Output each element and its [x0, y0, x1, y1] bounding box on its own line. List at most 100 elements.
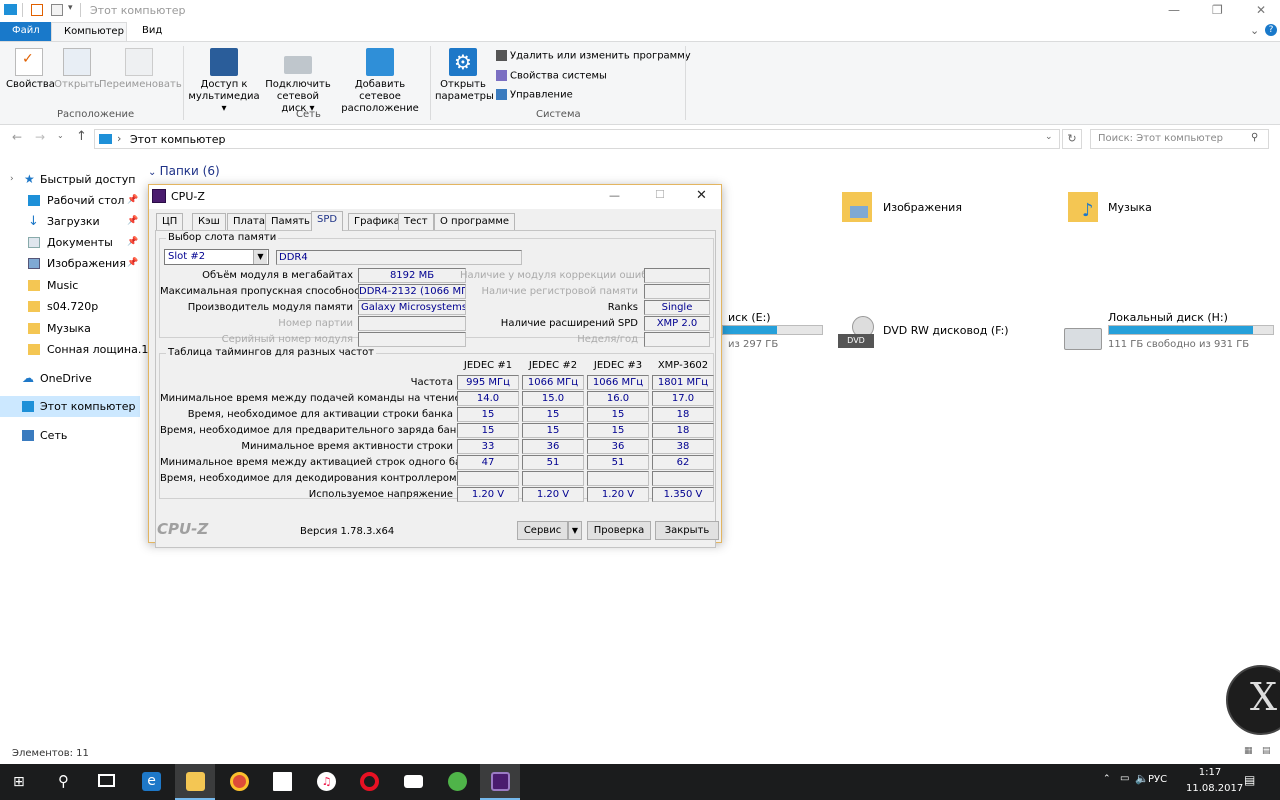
manufacturer-label: Производитель модуля памяти [187, 302, 353, 313]
taskbar-explorer[interactable] [175, 764, 215, 800]
sidebar-item-this-pc[interactable]: Этот компьютер [0, 396, 140, 417]
sidebar-item-music-folder[interactable]: Music [0, 275, 140, 296]
cpuz-close-button[interactable]: ✕ [696, 188, 707, 203]
manage-button[interactable]: Управление [496, 89, 573, 101]
pin-icon[interactable]: 📌 [127, 253, 138, 274]
tab-view[interactable]: Вид [130, 22, 174, 41]
windows-icon: ⊞ [13, 774, 25, 790]
cpuz-window: CPU-Z — ☐ ✕ ЦП Кэш Плата Память SPD Граф… [148, 184, 722, 548]
network-tray-icon[interactable]: ▭ [1120, 773, 1129, 784]
bandwidth-value: DDR4-2132 (1066 МГц) [358, 284, 466, 299]
taskbar-edge[interactable]: e [131, 764, 171, 800]
cpuz-tab-spd[interactable]: SPD [311, 211, 344, 231]
properties-quick-icon[interactable] [31, 4, 43, 16]
taskbar-store[interactable] [262, 764, 302, 800]
cpuz-minimize-button[interactable]: — [609, 189, 620, 202]
sidebar-item-documents[interactable]: Документы 📌 [0, 232, 140, 253]
view-tiles-icon[interactable]: ▤ [1262, 746, 1271, 756]
maximize-button[interactable]: ❐ [1212, 3, 1223, 17]
cpuz-tab-about[interactable]: О программе [434, 213, 516, 230]
notifications-icon[interactable]: ▤ [1244, 773, 1255, 787]
taskbar-mail[interactable] [393, 764, 433, 800]
taskbar-itunes[interactable]: ♫ [306, 764, 346, 800]
address-dropdown-icon[interactable]: ⌄ [1045, 132, 1053, 142]
sidebar-item-pictures[interactable]: Изображения 📌 [0, 253, 140, 274]
quick-access-dropdown-icon[interactable]: ▾ [68, 3, 73, 13]
cpuz-tab-bench[interactable]: Тест [398, 213, 434, 230]
timing-label: Используемое напряжение [308, 489, 453, 500]
sidebar-item-sleepy-hollow[interactable]: Сонная лощина.10 [0, 339, 155, 360]
cpuz-tools-button[interactable]: Сервис [517, 521, 568, 540]
bandwidth-label: Максимальная пропускная способность [160, 286, 372, 297]
task-view-button[interactable] [86, 764, 126, 800]
add-network-location-button[interactable]: Добавить сетевое расположение [336, 48, 424, 115]
search-input[interactable]: Поиск: Этот компьютер ⚲ [1090, 129, 1269, 149]
recent-dropdown-icon[interactable]: ⌄ [57, 131, 64, 140]
pin-icon[interactable]: 📌 [127, 190, 138, 211]
dvd-drive[interactable]: DVD [838, 316, 876, 350]
view-details-icon[interactable]: ▦ [1244, 746, 1253, 756]
taskbar-cpuz[interactable] [480, 764, 520, 800]
cpuz-validate-button[interactable]: Проверка [587, 521, 651, 540]
media-access-button[interactable]: Доступ к мультимедиа ▾ [188, 48, 260, 115]
system-properties-button[interactable]: Свойства системы [496, 70, 607, 82]
sidebar-item-network[interactable]: Сеть [0, 425, 140, 446]
local-disk-icon[interactable] [1064, 328, 1102, 350]
properties-button[interactable]: ✓ Свойства [6, 48, 55, 91]
up-icon[interactable]: ↑ [76, 129, 87, 144]
sidebar-item-quick-access[interactable]: › ★ Быстрый доступ [0, 169, 140, 190]
forward-icon[interactable]: → [35, 130, 45, 144]
folder-music[interactable]: ♪ [1068, 188, 1104, 226]
back-icon[interactable]: ← [12, 130, 22, 144]
cpuz-close-main-button[interactable]: Закрыть [655, 521, 719, 540]
folders-header-label: Папки (6) [159, 164, 220, 178]
uninstall-program-button[interactable]: Удалить или изменить программу [496, 50, 691, 62]
timing-value: 47 [457, 455, 519, 470]
volume-icon[interactable]: 🔈 [1135, 772, 1149, 785]
refresh-button[interactable]: ↻ [1062, 129, 1082, 149]
sidebar-item-muzyka[interactable]: Музыка [0, 318, 140, 339]
taskbar-chrome[interactable] [219, 764, 259, 800]
sidebar-item-onedrive[interactable]: ☁ OneDrive [0, 368, 140, 389]
folders-section-header[interactable]: ⌄ Папки (6) [148, 164, 220, 178]
minimize-button[interactable]: — [1168, 3, 1180, 17]
sidebar-item-downloads[interactable]: ↓ Загрузки 📌 [0, 211, 140, 232]
cpuz-tools-dropdown[interactable]: ▼ [568, 521, 582, 540]
timing-value: 36 [522, 439, 584, 454]
computer-icon [4, 4, 17, 15]
sidebar-item-desktop[interactable]: Рабочий стол 📌 [0, 190, 140, 211]
cpuz-tab-cpu[interactable]: ЦП [156, 213, 184, 230]
timing-value: 38 [652, 439, 714, 454]
clock-time[interactable]: 1:17 [1186, 767, 1234, 778]
address-bar[interactable]: › Этот компьютер ⌄ [94, 129, 1060, 149]
cpuz-tab-cache[interactable]: Кэш [192, 213, 226, 230]
start-button[interactable]: ⊞ [0, 764, 40, 800]
ribbon: ✓ Свойства Открыть Переименовать Располо… [0, 41, 1280, 125]
taskbar-opera[interactable] [349, 764, 389, 800]
new-folder-quick-icon[interactable] [51, 4, 63, 16]
cpuz-tab-memory[interactable]: Память [265, 213, 316, 230]
map-network-drive-button[interactable]: Подключить сетевой диск ▾ [263, 48, 333, 115]
timing-value: 62 [652, 455, 714, 470]
pin-icon[interactable]: 📌 [127, 232, 138, 253]
ribbon-expand-icon[interactable]: ⌄ [1250, 24, 1259, 37]
utorrent-icon [448, 772, 467, 791]
tray-up-icon[interactable]: ⌃ [1103, 774, 1111, 784]
taskbar-utorrent[interactable] [437, 764, 477, 800]
cpuz-maximize-button[interactable]: ☐ [655, 188, 665, 201]
open-button[interactable]: Открыть [54, 48, 100, 91]
folder-pictures[interactable] [842, 188, 878, 226]
media-label-1: Доступ к [200, 79, 248, 90]
slot-select[interactable]: Slot #2 ▼ [164, 249, 269, 265]
sidebar-item-s04[interactable]: s04.720p [0, 296, 140, 317]
clock-date[interactable]: 11.08.2017 [1186, 783, 1243, 794]
search-taskbar-button[interactable]: ⚲ [44, 764, 84, 800]
help-icon[interactable]: ? [1265, 24, 1277, 36]
language-indicator[interactable]: РУС [1148, 774, 1167, 785]
tab-file[interactable]: Файл [0, 22, 51, 41]
pin-icon[interactable]: 📌 [127, 211, 138, 232]
open-settings-button[interactable]: ⚙ Открыть параметры [435, 48, 494, 103]
close-button[interactable]: ✕ [1256, 3, 1266, 17]
tab-computer[interactable]: Компьютер [51, 22, 127, 41]
rename-button[interactable]: Переименовать [99, 48, 182, 91]
